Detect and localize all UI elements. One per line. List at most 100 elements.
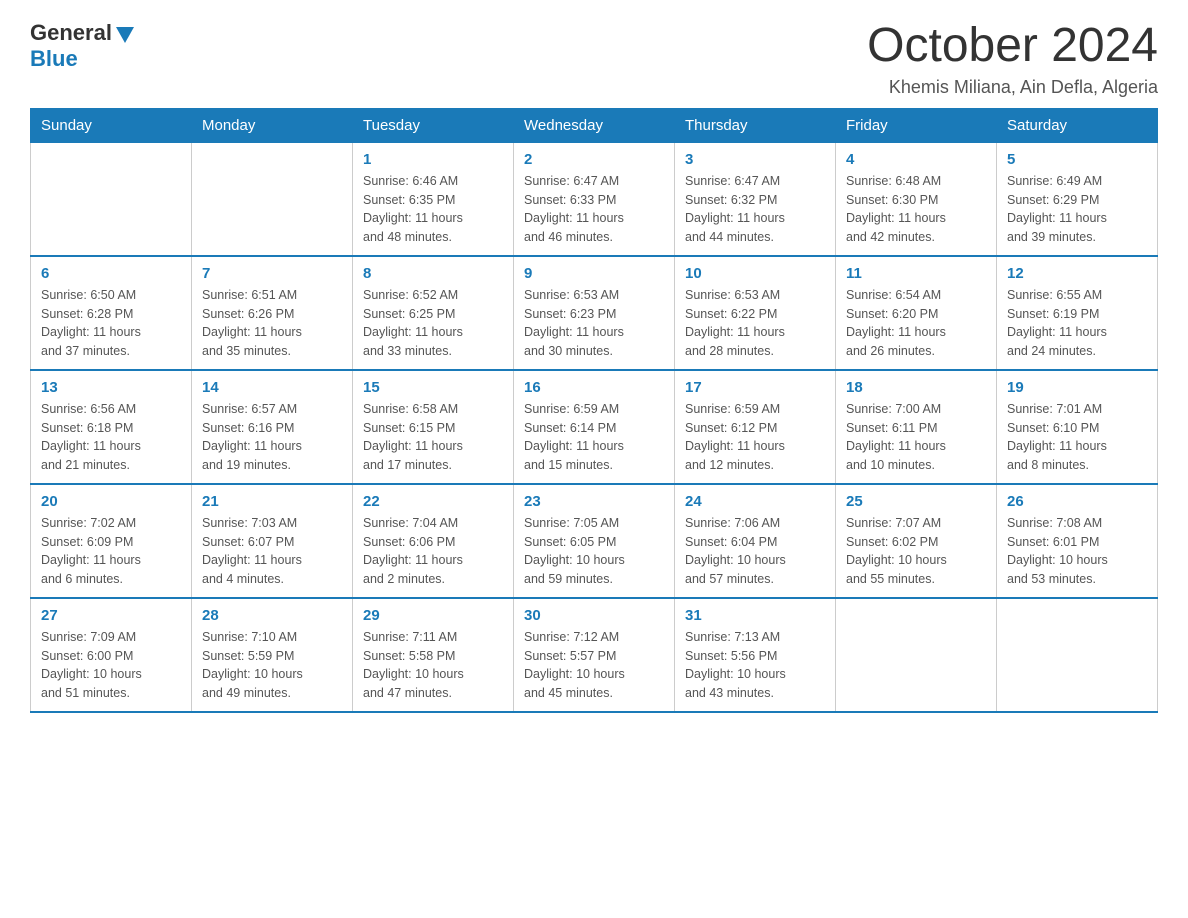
calendar-cell: 13 Sunrise: 6:56 AM Sunset: 6:18 PM Dayli… xyxy=(31,370,192,484)
calendar-cell: 18 Sunrise: 7:00 AM Sunset: 6:11 PM Dayli… xyxy=(836,370,997,484)
day-info: Sunrise: 7:13 AM Sunset: 5:56 PM Dayligh… xyxy=(685,628,825,703)
logo: General Blue xyxy=(30,20,136,72)
day-info: Sunrise: 6:58 AM Sunset: 6:15 PM Dayligh… xyxy=(363,400,503,475)
day-info: Sunrise: 6:47 AM Sunset: 6:32 PM Dayligh… xyxy=(685,172,825,247)
calendar-cell: 5 Sunrise: 6:49 AM Sunset: 6:29 PM Daylig… xyxy=(997,142,1158,256)
day-number: 8 xyxy=(363,265,503,282)
column-header-wednesday: Wednesday xyxy=(514,108,675,142)
day-number: 29 xyxy=(363,607,503,624)
logo-general-text: General xyxy=(30,20,112,46)
day-info: Sunrise: 6:53 AM Sunset: 6:23 PM Dayligh… xyxy=(524,286,664,361)
calendar-week-row: 27 Sunrise: 7:09 AM Sunset: 6:00 PM Dayli… xyxy=(31,598,1158,712)
calendar-header-row: SundayMondayTuesdayWednesdayThursdayFrid… xyxy=(31,108,1158,142)
calendar-cell: 14 Sunrise: 6:57 AM Sunset: 6:16 PM Dayli… xyxy=(192,370,353,484)
day-info: Sunrise: 6:54 AM Sunset: 6:20 PM Dayligh… xyxy=(846,286,986,361)
day-info: Sunrise: 7:09 AM Sunset: 6:00 PM Dayligh… xyxy=(41,628,181,703)
day-info: Sunrise: 7:02 AM Sunset: 6:09 PM Dayligh… xyxy=(41,514,181,589)
day-number: 10 xyxy=(685,265,825,282)
calendar-cell xyxy=(192,142,353,256)
day-info: Sunrise: 7:07 AM Sunset: 6:02 PM Dayligh… xyxy=(846,514,986,589)
calendar-cell: 31 Sunrise: 7:13 AM Sunset: 5:56 PM Dayli… xyxy=(675,598,836,712)
day-info: Sunrise: 6:57 AM Sunset: 6:16 PM Dayligh… xyxy=(202,400,342,475)
day-info: Sunrise: 6:49 AM Sunset: 6:29 PM Dayligh… xyxy=(1007,172,1147,247)
day-number: 26 xyxy=(1007,493,1147,510)
day-info: Sunrise: 7:00 AM Sunset: 6:11 PM Dayligh… xyxy=(846,400,986,475)
day-number: 14 xyxy=(202,379,342,396)
day-info: Sunrise: 7:01 AM Sunset: 6:10 PM Dayligh… xyxy=(1007,400,1147,475)
calendar-cell: 27 Sunrise: 7:09 AM Sunset: 6:00 PM Dayli… xyxy=(31,598,192,712)
logo-blue-text: Blue xyxy=(30,46,78,71)
calendar-week-row: 1Sunrise: 6:46 AM Sunset: 6:35 PM Daylig… xyxy=(31,142,1158,256)
calendar-cell: 8 Sunrise: 6:52 AM Sunset: 6:25 PM Daylig… xyxy=(353,256,514,370)
calendar-cell: 1Sunrise: 6:46 AM Sunset: 6:35 PM Daylig… xyxy=(353,142,514,256)
logo-triangle-icon xyxy=(114,23,136,45)
day-number: 22 xyxy=(363,493,503,510)
calendar-cell: 20 Sunrise: 7:02 AM Sunset: 6:09 PM Dayli… xyxy=(31,484,192,598)
day-number: 24 xyxy=(685,493,825,510)
column-header-sunday: Sunday xyxy=(31,108,192,142)
day-number: 5 xyxy=(1007,151,1147,168)
month-title: October 2024 xyxy=(867,20,1158,73)
day-number: 3 xyxy=(685,151,825,168)
day-number: 31 xyxy=(685,607,825,624)
calendar-cell: 24 Sunrise: 7:06 AM Sunset: 6:04 PM Dayli… xyxy=(675,484,836,598)
day-info: Sunrise: 7:03 AM Sunset: 6:07 PM Dayligh… xyxy=(202,514,342,589)
day-info: Sunrise: 6:52 AM Sunset: 6:25 PM Dayligh… xyxy=(363,286,503,361)
day-info: Sunrise: 7:06 AM Sunset: 6:04 PM Dayligh… xyxy=(685,514,825,589)
day-number: 15 xyxy=(363,379,503,396)
calendar-cell: 28Sunrise: 7:10 AM Sunset: 5:59 PM Dayli… xyxy=(192,598,353,712)
day-info: Sunrise: 7:04 AM Sunset: 6:06 PM Dayligh… xyxy=(363,514,503,589)
day-info: Sunrise: 6:47 AM Sunset: 6:33 PM Dayligh… xyxy=(524,172,664,247)
day-number: 19 xyxy=(1007,379,1147,396)
calendar-cell: 30Sunrise: 7:12 AM Sunset: 5:57 PM Dayli… xyxy=(514,598,675,712)
calendar-cell: 6 Sunrise: 6:50 AM Sunset: 6:28 PM Daylig… xyxy=(31,256,192,370)
day-info: Sunrise: 6:59 AM Sunset: 6:12 PM Dayligh… xyxy=(685,400,825,475)
day-number: 4 xyxy=(846,151,986,168)
calendar-cell: 25 Sunrise: 7:07 AM Sunset: 6:02 PM Dayli… xyxy=(836,484,997,598)
day-number: 18 xyxy=(846,379,986,396)
day-info: Sunrise: 7:08 AM Sunset: 6:01 PM Dayligh… xyxy=(1007,514,1147,589)
calendar-cell: 21 Sunrise: 7:03 AM Sunset: 6:07 PM Dayli… xyxy=(192,484,353,598)
calendar-cell: 29 Sunrise: 7:11 AM Sunset: 5:58 PM Dayli… xyxy=(353,598,514,712)
calendar-cell xyxy=(836,598,997,712)
day-info: Sunrise: 7:11 AM Sunset: 5:58 PM Dayligh… xyxy=(363,628,503,703)
calendar-week-row: 13 Sunrise: 6:56 AM Sunset: 6:18 PM Dayli… xyxy=(31,370,1158,484)
column-header-saturday: Saturday xyxy=(997,108,1158,142)
calendar-cell: 17Sunrise: 6:59 AM Sunset: 6:12 PM Dayli… xyxy=(675,370,836,484)
day-number: 12 xyxy=(1007,265,1147,282)
day-number: 2 xyxy=(524,151,664,168)
calendar-cell: 19 Sunrise: 7:01 AM Sunset: 6:10 PM Dayli… xyxy=(997,370,1158,484)
calendar-cell: 7 Sunrise: 6:51 AM Sunset: 6:26 PM Daylig… xyxy=(192,256,353,370)
day-number: 27 xyxy=(41,607,181,624)
day-number: 23 xyxy=(524,493,664,510)
day-info: Sunrise: 7:05 AM Sunset: 6:05 PM Dayligh… xyxy=(524,514,664,589)
day-info: Sunrise: 6:50 AM Sunset: 6:28 PM Dayligh… xyxy=(41,286,181,361)
day-number: 20 xyxy=(41,493,181,510)
calendar-cell: 3 Sunrise: 6:47 AM Sunset: 6:32 PM Daylig… xyxy=(675,142,836,256)
title-block: October 2024 Khemis Miliana, Ain Defla, … xyxy=(867,20,1158,98)
calendar-cell: 10 Sunrise: 6:53 AM Sunset: 6:22 PM Dayli… xyxy=(675,256,836,370)
day-number: 25 xyxy=(846,493,986,510)
calendar-table: SundayMondayTuesdayWednesdayThursdayFrid… xyxy=(30,108,1158,713)
day-info: Sunrise: 6:56 AM Sunset: 6:18 PM Dayligh… xyxy=(41,400,181,475)
day-number: 6 xyxy=(41,265,181,282)
calendar-cell: 15 Sunrise: 6:58 AM Sunset: 6:15 PM Dayli… xyxy=(353,370,514,484)
day-info: Sunrise: 7:12 AM Sunset: 5:57 PM Dayligh… xyxy=(524,628,664,703)
day-number: 28 xyxy=(202,607,342,624)
page-header: General Blue October 2024 Khemis Miliana… xyxy=(30,20,1158,98)
day-info: Sunrise: 6:53 AM Sunset: 6:22 PM Dayligh… xyxy=(685,286,825,361)
column-header-tuesday: Tuesday xyxy=(353,108,514,142)
day-info: Sunrise: 6:55 AM Sunset: 6:19 PM Dayligh… xyxy=(1007,286,1147,361)
calendar-cell: 23 Sunrise: 7:05 AM Sunset: 6:05 PM Dayli… xyxy=(514,484,675,598)
day-number: 7 xyxy=(202,265,342,282)
day-info: Sunrise: 6:51 AM Sunset: 6:26 PM Dayligh… xyxy=(202,286,342,361)
day-number: 9 xyxy=(524,265,664,282)
day-number: 1 xyxy=(363,151,503,168)
calendar-cell: 16Sunrise: 6:59 AM Sunset: 6:14 PM Dayli… xyxy=(514,370,675,484)
day-number: 13 xyxy=(41,379,181,396)
calendar-cell xyxy=(997,598,1158,712)
day-number: 21 xyxy=(202,493,342,510)
calendar-cell: 4Sunrise: 6:48 AM Sunset: 6:30 PM Daylig… xyxy=(836,142,997,256)
calendar-cell: 11Sunrise: 6:54 AM Sunset: 6:20 PM Dayli… xyxy=(836,256,997,370)
calendar-cell: 2 Sunrise: 6:47 AM Sunset: 6:33 PM Daylig… xyxy=(514,142,675,256)
